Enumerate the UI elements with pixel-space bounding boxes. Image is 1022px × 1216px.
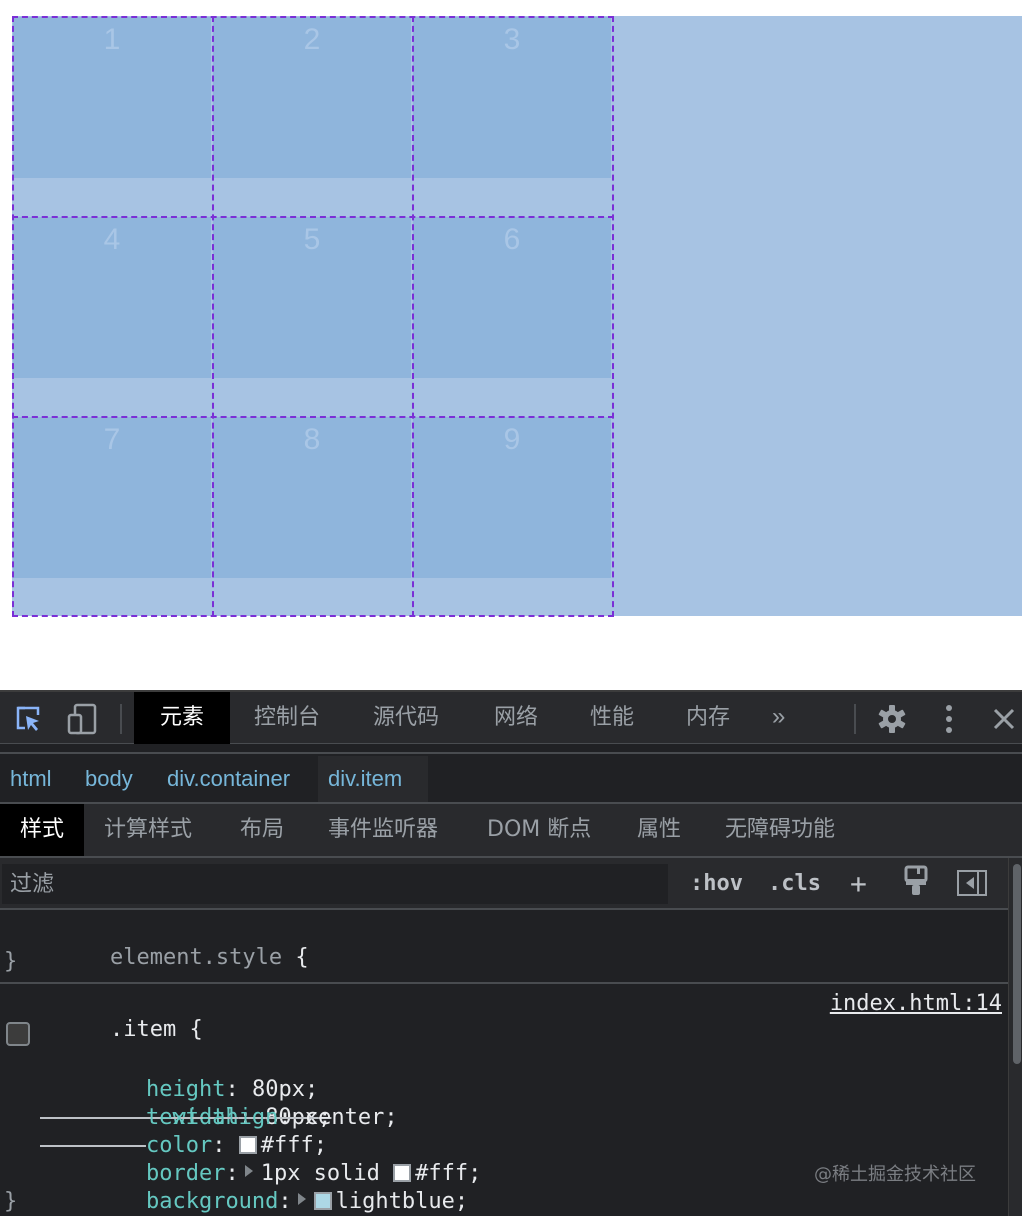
breadcrumb-body[interactable]: body xyxy=(75,756,143,802)
inspect-element-icon[interactable] xyxy=(12,702,44,736)
toolbar-separator xyxy=(120,704,122,734)
grid-cell: 5 xyxy=(212,216,412,416)
grid-cell: 1 xyxy=(12,16,212,216)
property-value[interactable]: lightblue xyxy=(336,1189,455,1214)
grid-item[interactable]: 7 xyxy=(13,417,211,578)
toggle-sidebar-icon[interactable] xyxy=(956,866,988,900)
paint-brush-icon[interactable] xyxy=(900,864,932,898)
grid-cell: 4 xyxy=(12,216,212,416)
breadcrumb-div-item[interactable]: div.item xyxy=(318,756,428,802)
subtab-event-listeners[interactable]: 事件监听器 xyxy=(328,804,438,856)
grid-item[interactable]: 9 xyxy=(413,417,611,578)
grid-item[interactable]: 5 xyxy=(213,217,411,378)
tab-performance[interactable]: 性能 xyxy=(590,692,634,744)
property-name[interactable]: background xyxy=(146,1189,278,1214)
element-style-rule: element.style { } xyxy=(0,912,1008,984)
tab-elements[interactable]: 元素 xyxy=(134,692,230,744)
grid-line-horizontal xyxy=(12,216,614,218)
grid-line-horizontal xyxy=(12,16,614,18)
tab-console[interactable]: 控制台 xyxy=(254,692,320,744)
grid-cell: 2 xyxy=(212,16,412,216)
rule-header: .item { xyxy=(4,988,203,1042)
styles-filter-bar: :hov .cls + xyxy=(0,858,1008,910)
subtab-properties[interactable]: 属性 xyxy=(637,804,681,856)
grid-item[interactable]: 8 xyxy=(213,417,411,578)
page-viewport: 1 2 3 4 5 6 7 8 9 xyxy=(0,0,1022,690)
grid-item[interactable]: 2 xyxy=(213,17,411,178)
color-swatch[interactable] xyxy=(313,1192,332,1210)
rule-close-brace: } xyxy=(4,1189,18,1214)
styles-pane: element.style { } .item { index.html:14 … xyxy=(0,910,1008,1216)
rule-selector: element.style xyxy=(109,945,283,970)
kebab-menu-icon[interactable] xyxy=(933,702,965,736)
grid-cell: 3 xyxy=(412,16,612,216)
grid-line-vertical xyxy=(412,16,414,617)
watermark: @稀土掘金技术社区 xyxy=(814,1164,976,1185)
declaration-width: width: 80px; xyxy=(0,1020,400,1130)
grid-cell: 8 xyxy=(212,416,412,616)
grid-item[interactable]: 1 xyxy=(13,17,211,178)
breadcrumb-div-container[interactable]: div.container xyxy=(157,756,300,802)
rule-close-brace: } xyxy=(4,949,18,974)
declaration-background: background: lightblue; xyxy=(145,1189,469,1214)
subtab-styles[interactable]: 样式 xyxy=(0,804,84,856)
styles-scrollbar[interactable] xyxy=(1008,858,1022,1216)
cls-button[interactable]: .cls xyxy=(768,866,821,902)
grid-cell: 6 xyxy=(412,216,612,416)
scrollbar-thumb[interactable] xyxy=(1013,864,1021,1064)
source-link[interactable]: index.html:14 xyxy=(830,990,1002,1018)
declaration-height: height: 80px; xyxy=(145,1077,319,1102)
filter-input[interactable] xyxy=(2,864,668,904)
grid-overlay: 1 2 3 4 5 6 7 8 9 xyxy=(12,16,614,617)
declaration-color: color: #fff; xyxy=(145,1133,327,1158)
grid-line-vertical xyxy=(12,16,14,617)
device-toggle-icon[interactable] xyxy=(66,702,98,736)
grid-line-horizontal xyxy=(12,416,614,418)
subtab-computed[interactable]: 计算样式 xyxy=(104,804,192,856)
declaration-checkbox[interactable] xyxy=(6,1022,30,1046)
devtools-panel: 元素 控制台 源代码 网络 性能 内存 » html body div.cont… xyxy=(0,690,1022,1216)
grid-cell: 9 xyxy=(412,416,612,616)
devtools-toolbar: 元素 控制台 源代码 网络 性能 内存 » xyxy=(0,690,1022,744)
grid-line-horizontal xyxy=(12,615,614,617)
rule-header[interactable]: element.style { xyxy=(4,916,309,970)
subtab-accessibility[interactable]: 无障碍功能 xyxy=(725,804,835,856)
styles-subtabs: 样式 计算样式 布局 事件监听器 DOM 断点 属性 无障碍功能 xyxy=(0,804,1022,858)
subtab-layout[interactable]: 布局 xyxy=(240,804,284,856)
tab-memory[interactable]: 内存 xyxy=(686,692,730,744)
grid-cell: 7 xyxy=(12,416,212,616)
new-style-rule-button[interactable]: + xyxy=(850,866,867,902)
toolbar-separator xyxy=(854,704,856,734)
more-tabs-button[interactable]: » xyxy=(772,692,785,744)
dom-tree-scroll-remnant xyxy=(0,744,1022,754)
rule-open-brace: { xyxy=(295,945,309,970)
hov-button[interactable]: :hov xyxy=(690,866,743,902)
grid-line-vertical xyxy=(612,16,614,617)
declaration-border: border: 1px solid #fff; xyxy=(145,1161,482,1186)
tab-sources[interactable]: 源代码 xyxy=(373,692,439,744)
tab-network[interactable]: 网络 xyxy=(494,692,538,744)
breadcrumb-html[interactable]: html xyxy=(0,756,62,802)
declaration-text-align: text-align: center; xyxy=(145,1105,398,1130)
grid-item[interactable]: 6 xyxy=(413,217,611,378)
breadcrumb: html body div.container div.item xyxy=(0,756,1022,804)
grid-line-vertical xyxy=(212,16,214,617)
grid-item[interactable]: 3 xyxy=(413,17,611,178)
gear-icon[interactable] xyxy=(876,702,908,736)
subtab-dom-breakpoints[interactable]: DOM 断点 xyxy=(487,804,591,856)
expand-shorthand-icon[interactable] xyxy=(297,1193,306,1205)
close-icon[interactable] xyxy=(988,702,1020,736)
grid-item[interactable]: 4 xyxy=(13,217,211,378)
